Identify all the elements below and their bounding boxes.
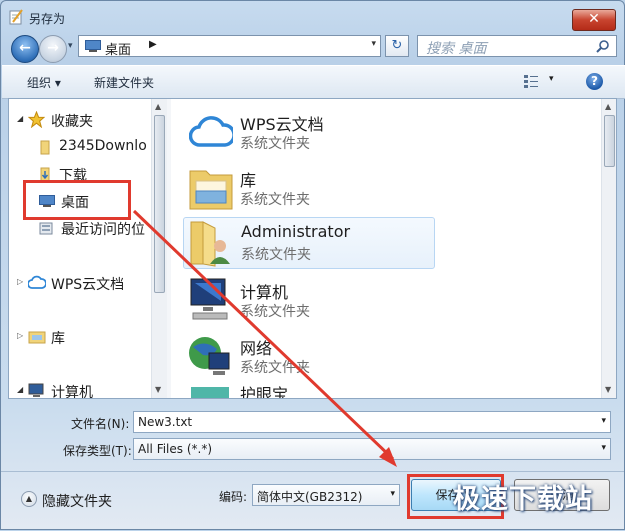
annotation-arrow — [132, 209, 397, 467]
watermark-text: 极速下载站 — [453, 484, 593, 515]
save-as-dialog: 另存为 ✕ ← → ▾ 桌面 ▶ ▾ ↻ 搜索 桌面 组织 ▾ 新建文件夹 ▾ … — [0, 0, 625, 530]
